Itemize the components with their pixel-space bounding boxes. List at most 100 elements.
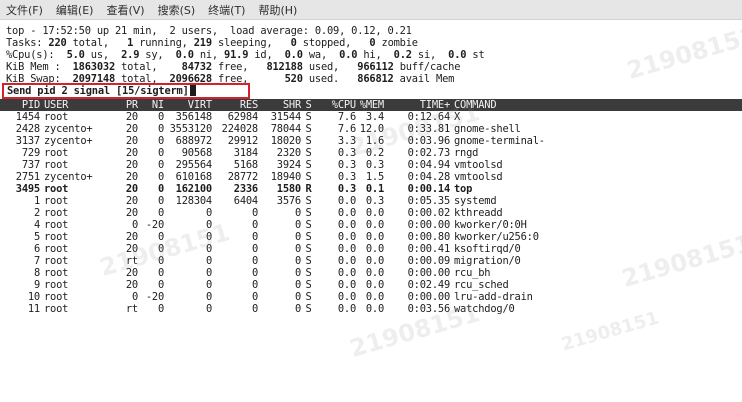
summary-label: KiB Mem : (6, 61, 73, 73)
column-header-state: S (305, 99, 312, 111)
cell-mem: 0.0 (365, 219, 384, 231)
summary-label: %Cpu(s): (6, 49, 67, 61)
cell-mem: 0.2 (365, 147, 384, 159)
cell-ni: 0 (157, 267, 164, 279)
menu-view[interactable]: 查看(V) (106, 2, 144, 18)
cell-ni: 0 (157, 279, 164, 291)
table-row: 3137 zycento+ 20 0 688972 29912 18020 S 3.3 1.6 0:… (6, 135, 736, 147)
cell-cpu: 0.0 (337, 267, 356, 279)
cell-pid: 1 (33, 195, 40, 207)
cell-time: 0:05.35 (407, 195, 451, 207)
table-row: 7 root rt 0 0 0 0 S 0.0 0.0 0:00.09 migration/0 (6, 255, 736, 267)
cell-pid: 11 (27, 303, 40, 315)
cell-cpu: 0.0 (337, 291, 356, 303)
process-table: PID USER PR NI VIRT RES SHR S %CPU %MEM TIME+ COMMA… (0, 99, 742, 315)
table-row: 4 root 0 -20 0 0 0 S 0.0 0.0 0:00.00 kworker/0:0H (6, 219, 736, 231)
summary-value: 0.0 (448, 49, 467, 61)
summary-label: free, (211, 73, 285, 85)
cell-time: 0:00.00 (407, 267, 451, 279)
cell-virt: 0 (205, 207, 212, 219)
menu-file[interactable]: 文件(F) (6, 2, 43, 18)
cell-cpu: 0.3 (337, 147, 356, 159)
cell-command: watchdog/0 (454, 303, 515, 315)
cell-cpu: 0.3 (337, 159, 356, 171)
cell-user: root (44, 207, 69, 219)
summary-label: total, (115, 73, 170, 85)
signal-prompt-text: Send pid 2 signal [15/sigterm] (7, 85, 189, 97)
cell-ni: 0 (157, 195, 164, 207)
cell-virt: 0 (205, 291, 212, 303)
menu-search[interactable]: 搜索(S) (158, 2, 196, 18)
summary-label: stopped, (296, 37, 370, 49)
column-header-shr: SHR (282, 99, 301, 111)
signal-prompt[interactable]: Send pid 2 signal [15/sigterm] (2, 83, 736, 99)
cell-pr: 20 (125, 279, 138, 291)
cell-command: kthreadd (454, 207, 503, 219)
cell-state: S (305, 195, 312, 207)
cell-pr: 20 (125, 147, 138, 159)
cell-mem: 0.1 (365, 183, 384, 195)
cell-mem: 0.3 (365, 195, 384, 207)
cell-state: S (305, 255, 312, 267)
cell-cpu: 0.0 (337, 195, 356, 207)
cell-res: 0 (251, 207, 258, 219)
summary-value: 220 (48, 37, 67, 49)
cell-res: 0 (251, 267, 258, 279)
summary-label: Tasks: (6, 37, 49, 49)
cell-ni: -20 (145, 219, 164, 231)
cell-user: zycento+ (44, 135, 93, 147)
table-row: 2428 zycento+ 20 0 3553120 224028 78044 S 7.6 12.… (6, 123, 736, 135)
cell-cpu: 0.0 (337, 255, 356, 267)
cell-virt: 0 (205, 267, 212, 279)
swap-line: KiB Swap: 2097148 total, 2096628 free, 5… (6, 73, 736, 85)
cell-mem: 1.6 (365, 135, 384, 147)
cell-ni: 0 (157, 231, 164, 243)
cell-mem: 0.0 (365, 255, 384, 267)
table-row: 8 root 20 0 0 0 0 S 0.0 0.0 0:00.00 rcu_bh (6, 267, 736, 279)
column-header-mem: %MEM (359, 99, 384, 111)
cell-shr: 0 (294, 279, 301, 291)
cell-pr: 20 (125, 159, 138, 171)
table-row: 737 root 20 0 295564 5168 3924 S 0.3 0.3 0:04.94 vm… (6, 159, 736, 171)
table-row: 10 root 0 -20 0 0 0 S 0.0 0.0 0:00.00 lru-add-drain (6, 291, 736, 303)
cell-mem: 0.0 (365, 279, 384, 291)
cell-shr: 0 (294, 291, 301, 303)
cell-pr: rt (125, 303, 138, 315)
cell-cpu: 0.3 (337, 183, 356, 195)
table-header: PID USER PR NI VIRT RES SHR S %CPU %MEM TIME+ COMMA… (0, 99, 742, 111)
terminal-area[interactable]: 21908151 21908151 21908151 21908151 2190… (0, 21, 742, 402)
cell-virt: 162100 (175, 183, 213, 195)
cell-command: gnome-shell (454, 123, 521, 135)
cell-virt: 295564 (175, 159, 213, 171)
cell-ni: -20 (145, 291, 164, 303)
summary-label: zombie (375, 37, 419, 49)
terminal-content: top - 17:52:50 up 21 min, 2 users, load … (0, 25, 742, 402)
cell-time: 0:00.02 (407, 207, 451, 219)
menu-help[interactable]: 帮助(H) (258, 2, 297, 18)
cell-shr: 31544 (270, 111, 301, 123)
cell-pid: 4 (33, 219, 40, 231)
column-header-res: RES (239, 99, 258, 111)
cell-pid: 7 (33, 255, 40, 267)
cell-user: zycento+ (44, 123, 93, 135)
table-row: 5 root 20 0 0 0 0 S 0.0 0.0 0:00.80 kworker/u256:0 (6, 231, 736, 243)
cell-res: 0 (251, 219, 258, 231)
cell-pid: 5 (33, 231, 40, 243)
cell-pr: 20 (125, 195, 138, 207)
cell-shr: 3924 (276, 159, 301, 171)
menu-edit[interactable]: 编辑(E) (56, 2, 94, 18)
cell-mem: 0.0 (365, 207, 384, 219)
summary-value: 2097148 (72, 73, 116, 85)
menu-terminal[interactable]: 终端(T) (208, 2, 245, 18)
cell-time: 0:02.73 (407, 147, 451, 159)
cell-time: 0:33.81 (407, 123, 451, 135)
cell-shr: 0 (294, 207, 301, 219)
summary-label: wa, (302, 49, 340, 61)
cell-command: rcu_bh (454, 267, 491, 279)
cell-pid: 737 (21, 159, 40, 171)
cell-mem: 3.4 (365, 111, 384, 123)
summary-label: KiB Swap: (6, 73, 73, 85)
summary-value: 0.0 (175, 49, 194, 61)
cell-user: root (44, 255, 69, 267)
cell-pid: 729 (21, 147, 40, 159)
